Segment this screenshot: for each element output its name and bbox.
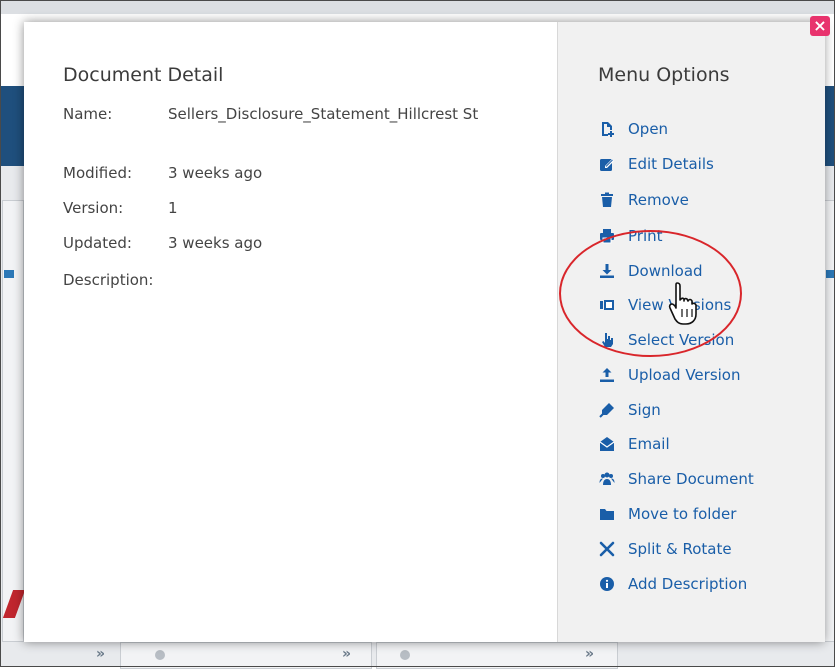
app-chevron-icon: » (342, 646, 352, 662)
menu-item-add-description[interactable]: Add Description (598, 572, 798, 596)
menu-item-label: Sign (628, 401, 661, 419)
download-icon (598, 262, 616, 280)
envelope-icon (598, 435, 616, 453)
menu-item-label: Email (628, 435, 670, 453)
menu-item-select-version[interactable]: Select Version (598, 328, 798, 352)
versions-icon (598, 296, 616, 314)
detail-title: Document Detail (63, 64, 224, 86)
menu-item-label: Move to folder (628, 505, 737, 523)
menu-item-print[interactable]: Print (598, 224, 798, 248)
pointer-icon (598, 331, 616, 349)
menu-item-label: Remove (628, 191, 689, 209)
menu-item-label: View Versions (628, 296, 732, 314)
open-file-icon (598, 120, 616, 138)
menu-item-split-rotate[interactable]: Split & Rotate (598, 537, 798, 561)
menu-item-label: Print (628, 227, 663, 245)
app-top-bar (0, 0, 835, 14)
updated-value: 3 weeks ago (168, 234, 263, 252)
folder-icon (598, 505, 616, 523)
menu-item-upload-version[interactable]: Upload Version (598, 363, 798, 387)
menu-item-move-to-folder[interactable]: Move to folder (598, 502, 798, 526)
print-icon (598, 227, 616, 245)
menu-item-email[interactable]: Email (598, 432, 798, 456)
app-blue-chip (826, 270, 835, 278)
trash-icon (598, 191, 616, 209)
menu-item-label: Edit Details (628, 155, 714, 173)
menu-item-label: Upload Version (628, 366, 741, 384)
menu-item-label: Select Version (628, 331, 735, 349)
menu-item-download[interactable]: Download (598, 259, 798, 283)
version-value: 1 (168, 199, 178, 217)
menu-item-view-versions[interactable]: View Versions (598, 293, 798, 317)
updated-label: Updated: (63, 234, 132, 252)
edit-icon (598, 155, 616, 173)
name-label: Name: (63, 105, 113, 123)
pen-icon (598, 401, 616, 419)
menu-item-edit-details[interactable]: Edit Details (598, 152, 798, 176)
split-icon (598, 540, 616, 558)
version-label: Version: (63, 199, 124, 217)
users-icon (598, 470, 616, 488)
modified-label: Modified: (63, 164, 133, 182)
menu-title: Menu Options (598, 64, 730, 86)
menu-item-label: Share Document (628, 470, 754, 488)
close-button[interactable]: × (810, 16, 830, 36)
menu-item-share-document[interactable]: Share Document (598, 467, 798, 491)
menu-item-label: Split & Rotate (628, 540, 732, 558)
name-value: Sellers_Disclosure_Statement_Hillcrest S… (168, 105, 479, 123)
menu-item-sign[interactable]: Sign (598, 398, 798, 422)
app-bottom-dot (400, 650, 410, 660)
app-chevron-icon: » (96, 646, 106, 662)
modified-value: 3 weeks ago (168, 164, 263, 182)
menu-item-remove[interactable]: Remove (598, 188, 798, 212)
description-label: Description: (63, 271, 154, 289)
menu-item-label: Open (628, 120, 669, 138)
app-chevron-icon: » (585, 646, 595, 662)
menu-item-label: Add Description (628, 575, 748, 593)
upload-icon (598, 366, 616, 384)
info-icon (598, 575, 616, 593)
menu-item-label: Download (628, 262, 703, 280)
app-blue-chip (4, 270, 14, 278)
menu-item-open[interactable]: Open (598, 117, 798, 141)
app-bottom-dot (155, 650, 165, 660)
app-bottom-card (376, 642, 618, 669)
app-left-panel (2, 200, 24, 642)
